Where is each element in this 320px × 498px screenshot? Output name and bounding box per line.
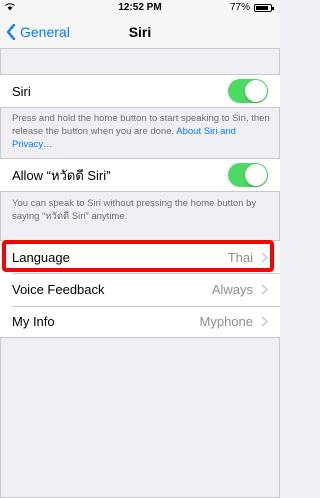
- voice-feedback-label: Voice Feedback: [12, 281, 105, 297]
- battery-icon: [254, 4, 274, 12]
- voice-feedback-value: Always: [211, 281, 253, 297]
- allow-hey-siri-group: Allow “หวัดดี Siri”: [0, 158, 280, 192]
- siri-group: Siri: [0, 74, 280, 108]
- navigation-bar: General Siri: [0, 16, 280, 49]
- battery-percentage: 77%: [229, 2, 250, 13]
- siri-label: Siri: [12, 83, 31, 99]
- allow-hey-siri-label: Allow “หวัดดี Siri”: [12, 167, 111, 183]
- chevron-right-icon: [261, 315, 268, 327]
- my-info-value: Myphone: [199, 313, 253, 329]
- allow-hey-siri-footnote: You can speak to Siri without pressing t…: [12, 198, 257, 222]
- status-bar: 12:52 PM 77%: [0, 0, 280, 16]
- chevron-right-icon: [261, 283, 268, 295]
- my-info-label: My Info: [12, 313, 55, 329]
- siri-footnote: Press and hold the home button to start …: [12, 112, 270, 151]
- allow-hey-siri-row: Allow “หวัดดี Siri”: [0, 159, 280, 191]
- siri-toggle[interactable]: [228, 79, 268, 103]
- siri-row: Siri: [0, 75, 280, 107]
- allow-hey-siri-toggle[interactable]: [228, 163, 268, 187]
- voice-feedback-row[interactable]: Voice Feedback Always: [0, 273, 280, 305]
- page-title: Siri: [128, 24, 152, 40]
- language-highlight-box: [2, 240, 274, 272]
- my-info-row[interactable]: My Info Myphone: [0, 305, 280, 337]
